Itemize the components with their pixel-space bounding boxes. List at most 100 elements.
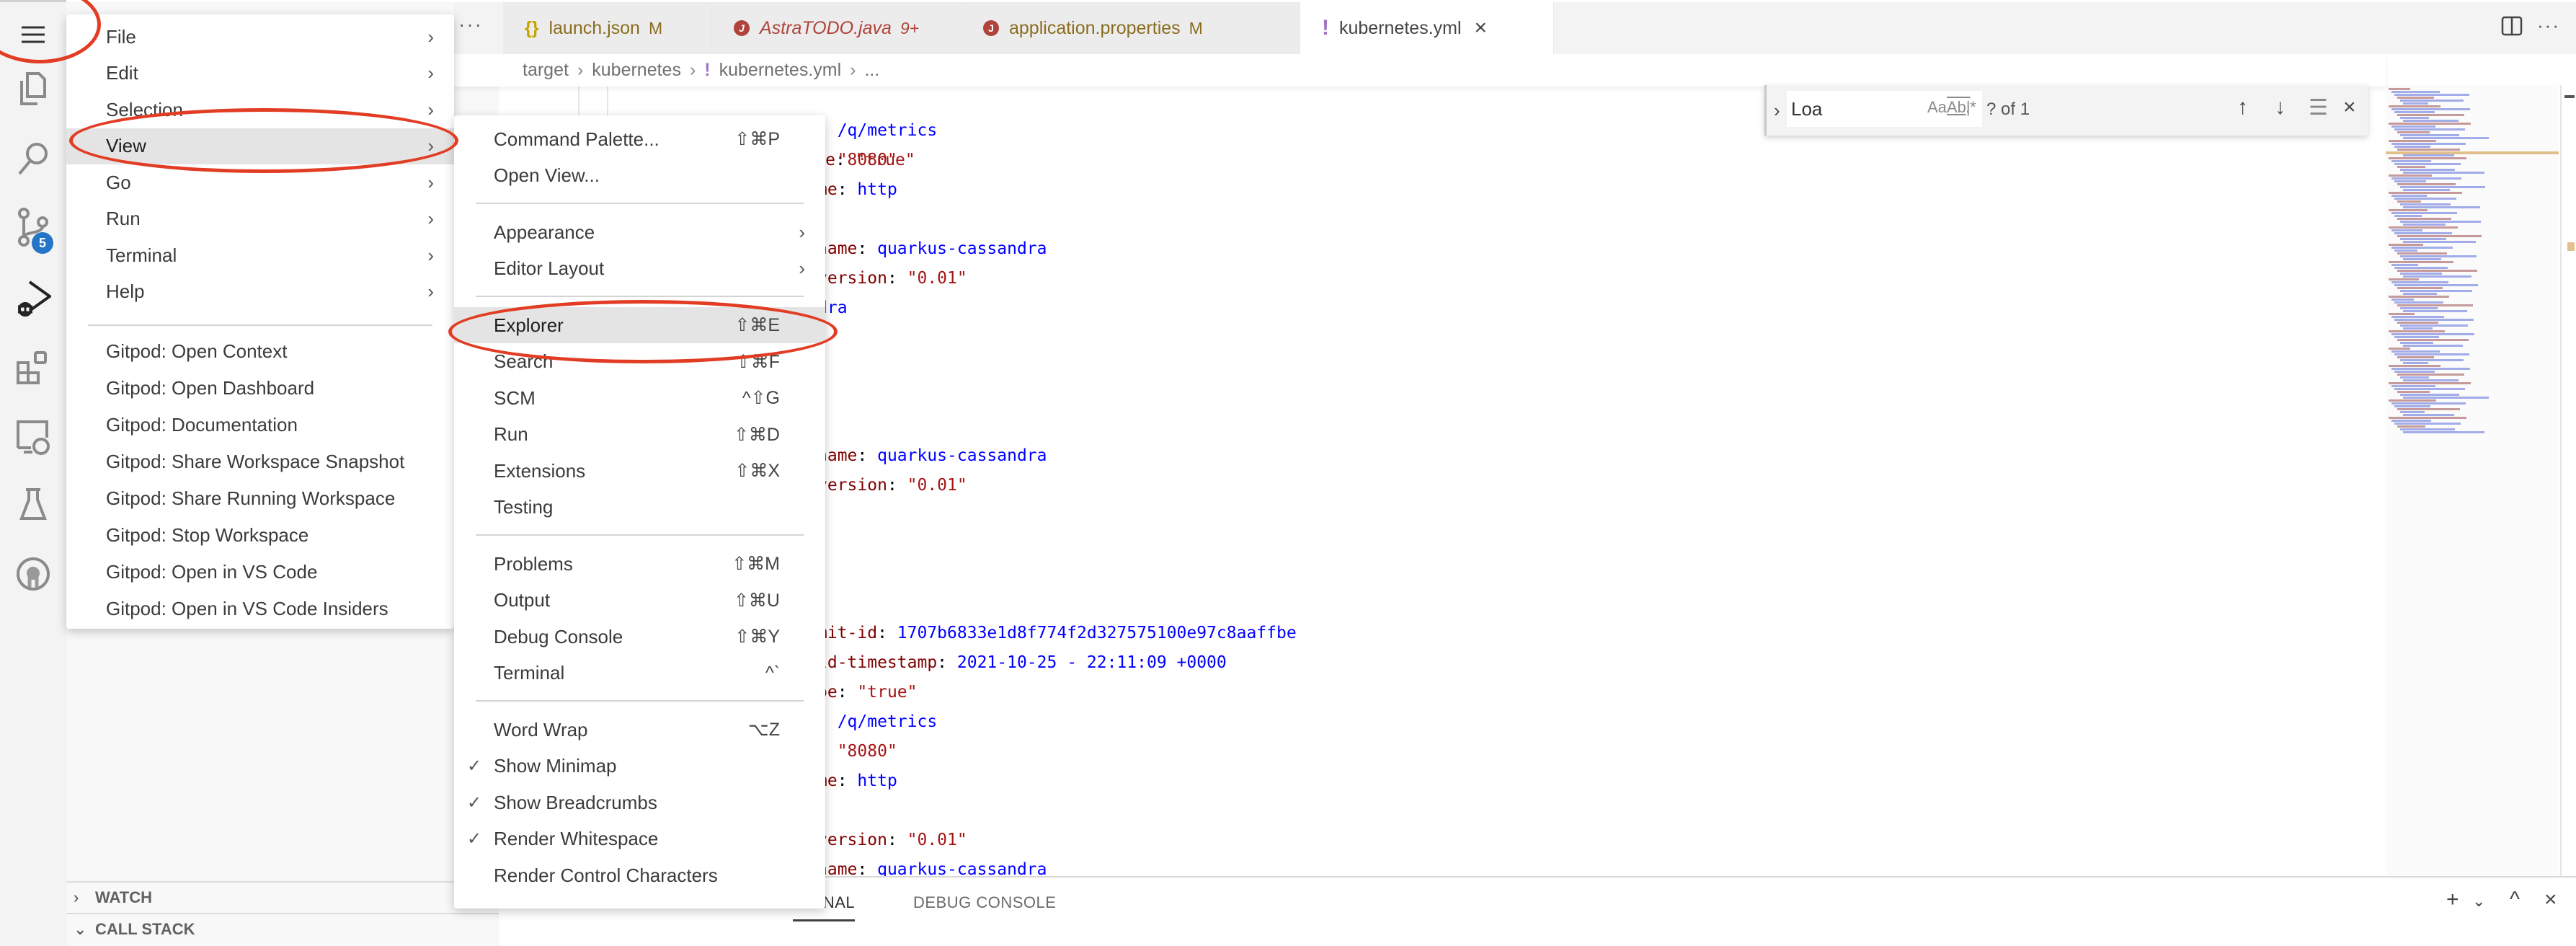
next-match-button[interactable]: ↓ [2275, 95, 2286, 120]
minimap-line [2400, 290, 2472, 292]
view-menu-item-search[interactable]: Search ⇧⌘F [454, 344, 825, 380]
menu-item-file[interactable]: File › [66, 19, 454, 55]
menu-item-gitpod[interactable]: Gitpod: Open Context [66, 333, 454, 369]
yaml-key: version [817, 831, 887, 849]
view-menu-item-open-view[interactable]: Open View... [454, 158, 825, 194]
tab-application-properties[interactable]: J application.properties M [961, 2, 1300, 54]
view-menu-item-show-minimap[interactable]: ✓ Show Minimap [454, 748, 825, 784]
maximize-panel-icon[interactable]: ^ [2510, 888, 2520, 912]
minimap-line [2391, 281, 2448, 283]
tab-kubernetes-yml[interactable]: ! kubernetes.yml × [1300, 2, 1554, 54]
view-menu-item-render-whitespace[interactable]: ✓ Render Whitespace [454, 821, 825, 857]
minimap-line [2397, 235, 2482, 237]
view-menu-item-debug-console[interactable]: Debug Console ⇧⌘Y [454, 619, 825, 655]
breadcrumb-item-file[interactable]: kubernetes.yml [719, 60, 842, 81]
menu-item-gitpod[interactable]: Gitpod: Share Running Workspace [66, 480, 454, 516]
run-debug-icon[interactable] [0, 265, 66, 330]
view-menu-item-testing[interactable]: Testing [454, 490, 825, 526]
yaml-key: mit-id [817, 624, 878, 642]
chevron-right-icon: › [74, 888, 79, 906]
find-result-count: ? of 1 [1986, 100, 2030, 119]
minimap[interactable] [2386, 85, 2559, 876]
tabs-overflow-button[interactable]: ··· [458, 13, 483, 36]
chevron-down-icon: ⌄ [74, 920, 87, 938]
sidebar-section-call-stack[interactable]: ⌄ CALL STACK [66, 913, 499, 945]
new-terminal-icon[interactable]: + [2446, 888, 2459, 912]
menu-item-terminal[interactable]: Terminal › [66, 237, 454, 273]
menu-item-gitpod[interactable]: Gitpod: Share Workspace Snapshot [66, 443, 454, 479]
menu-item-gitpod[interactable]: Gitpod: Stop Workspace [66, 517, 454, 553]
match-case-toggle[interactable]: Aa [1927, 98, 1947, 117]
tab-launch-json[interactable]: {} launch.json M [503, 2, 712, 54]
menu-item-label: Extensions [494, 459, 586, 482]
minimap-line [2391, 247, 2453, 249]
minimap-line [2391, 264, 2418, 266]
minimap-line [2403, 293, 2437, 295]
search-icon[interactable] [0, 126, 66, 191]
menu-item-gitpod[interactable]: Gitpod: Open in VS Code Insiders [66, 591, 454, 627]
extensions-icon[interactable] [0, 335, 66, 400]
previous-match-button[interactable]: ↑ [2237, 95, 2248, 120]
view-menu-item-word-wrap[interactable]: Word Wrap ⌥Z [454, 712, 825, 748]
minimap-line [2403, 345, 2463, 347]
view-menu-item-editor-layout[interactable]: Editor Layout › [454, 251, 825, 287]
github-icon[interactable] [0, 541, 66, 606]
minimap-line [2391, 143, 2466, 145]
minimap-line [2389, 123, 2471, 125]
editor-scrollbar[interactable] [2560, 85, 2576, 876]
minimap-find-match-highlight [2386, 151, 2559, 154]
menu-item-view[interactable]: View › [66, 128, 454, 164]
view-menu-item-run[interactable]: Run ⇧⌘D [454, 417, 825, 453]
menu-item-edit[interactable]: Edit › [66, 56, 454, 92]
view-menu-item-scm[interactable]: SCM ^⇧G [454, 380, 825, 416]
tab-close-icon[interactable]: × [1475, 16, 1488, 40]
breadcrumb-item-target[interactable]: target [523, 60, 569, 81]
menu-item-gitpod[interactable]: Gitpod: Open in VS Code [66, 554, 454, 590]
minimap-line [2394, 284, 2478, 286]
menu-item-label: Explorer [494, 314, 564, 336]
view-menu-item-explorer[interactable]: Explorer ⇧⌘E [454, 307, 825, 343]
menu-separator [88, 324, 432, 326]
toggle-replace-icon[interactable]: › [1774, 100, 1780, 122]
sidebar-section-watch[interactable]: › WATCH [66, 881, 499, 913]
menu-item-run[interactable]: Run › [66, 201, 454, 237]
breadcrumb-item-symbols[interactable]: ... [864, 60, 879, 81]
yaml-value: "0.01" [907, 476, 967, 495]
more-actions-icon[interactable]: ··· [2537, 14, 2560, 37]
menu-item-label: Help [106, 280, 145, 302]
testing-icon[interactable] [0, 472, 66, 537]
minimap-line [2397, 408, 2460, 410]
view-menu-item-show-breadcrumbs[interactable]: ✓ Show Breadcrumbs [454, 784, 825, 821]
minimap-line [2400, 428, 2455, 430]
split-editor-icon[interactable] [2501, 16, 2523, 36]
menu-item-gitpod[interactable]: Gitpod: Open Dashboard [66, 370, 454, 406]
source-control-icon[interactable]: 5 [0, 195, 66, 260]
close-find-button[interactable]: × [2343, 95, 2356, 120]
menu-item-gitpod[interactable]: Gitpod: Documentation [66, 407, 454, 443]
remote-explorer-icon[interactable] [0, 405, 66, 469]
breadcrumb-item-kubernetes[interactable]: kubernetes [592, 60, 681, 81]
view-menu-item-extensions[interactable]: Extensions ⇧⌘X [454, 453, 825, 489]
minimap-line [2394, 249, 2417, 252]
view-menu-item-output[interactable]: Output ⇧⌘U [454, 583, 825, 619]
minimap-line [2400, 203, 2451, 205]
close-panel-icon[interactable]: × [2544, 888, 2557, 912]
explorer-icon[interactable] [0, 56, 66, 121]
view-menu-item-problems[interactable]: Problems ⇧⌘M [454, 546, 825, 582]
view-menu-item-command-palette[interactable]: Command Palette... ⇧⌘P [454, 121, 825, 157]
view-menu-item-terminal[interactable]: Terminal ^` [454, 655, 825, 691]
menu-item-selection[interactable]: Selection › [66, 92, 454, 128]
terminal-dropdown-icon[interactable]: ⌄ [2472, 892, 2485, 911]
tab-astratodo-java[interactable]: J AstraTODO.java 9+ [712, 2, 961, 54]
panel-tab-debug-console[interactable]: DEBUG CONSOLE [913, 893, 1056, 912]
minimap-line [2389, 382, 2471, 384]
minimap-line [2400, 394, 2459, 396]
minimap-line [2397, 97, 2434, 99]
view-menu-item-render-control-characters[interactable]: Render Control Characters [454, 857, 825, 893]
menu-separator [476, 296, 804, 297]
view-menu-item-appearance[interactable]: Appearance › [454, 214, 825, 250]
menu-item-help[interactable]: Help › [66, 274, 454, 310]
use-regex-toggle[interactable]: .* [1966, 98, 1976, 117]
menu-item-go[interactable]: Go › [66, 164, 454, 200]
find-in-selection-button[interactable]: ☰ [2309, 95, 2328, 120]
